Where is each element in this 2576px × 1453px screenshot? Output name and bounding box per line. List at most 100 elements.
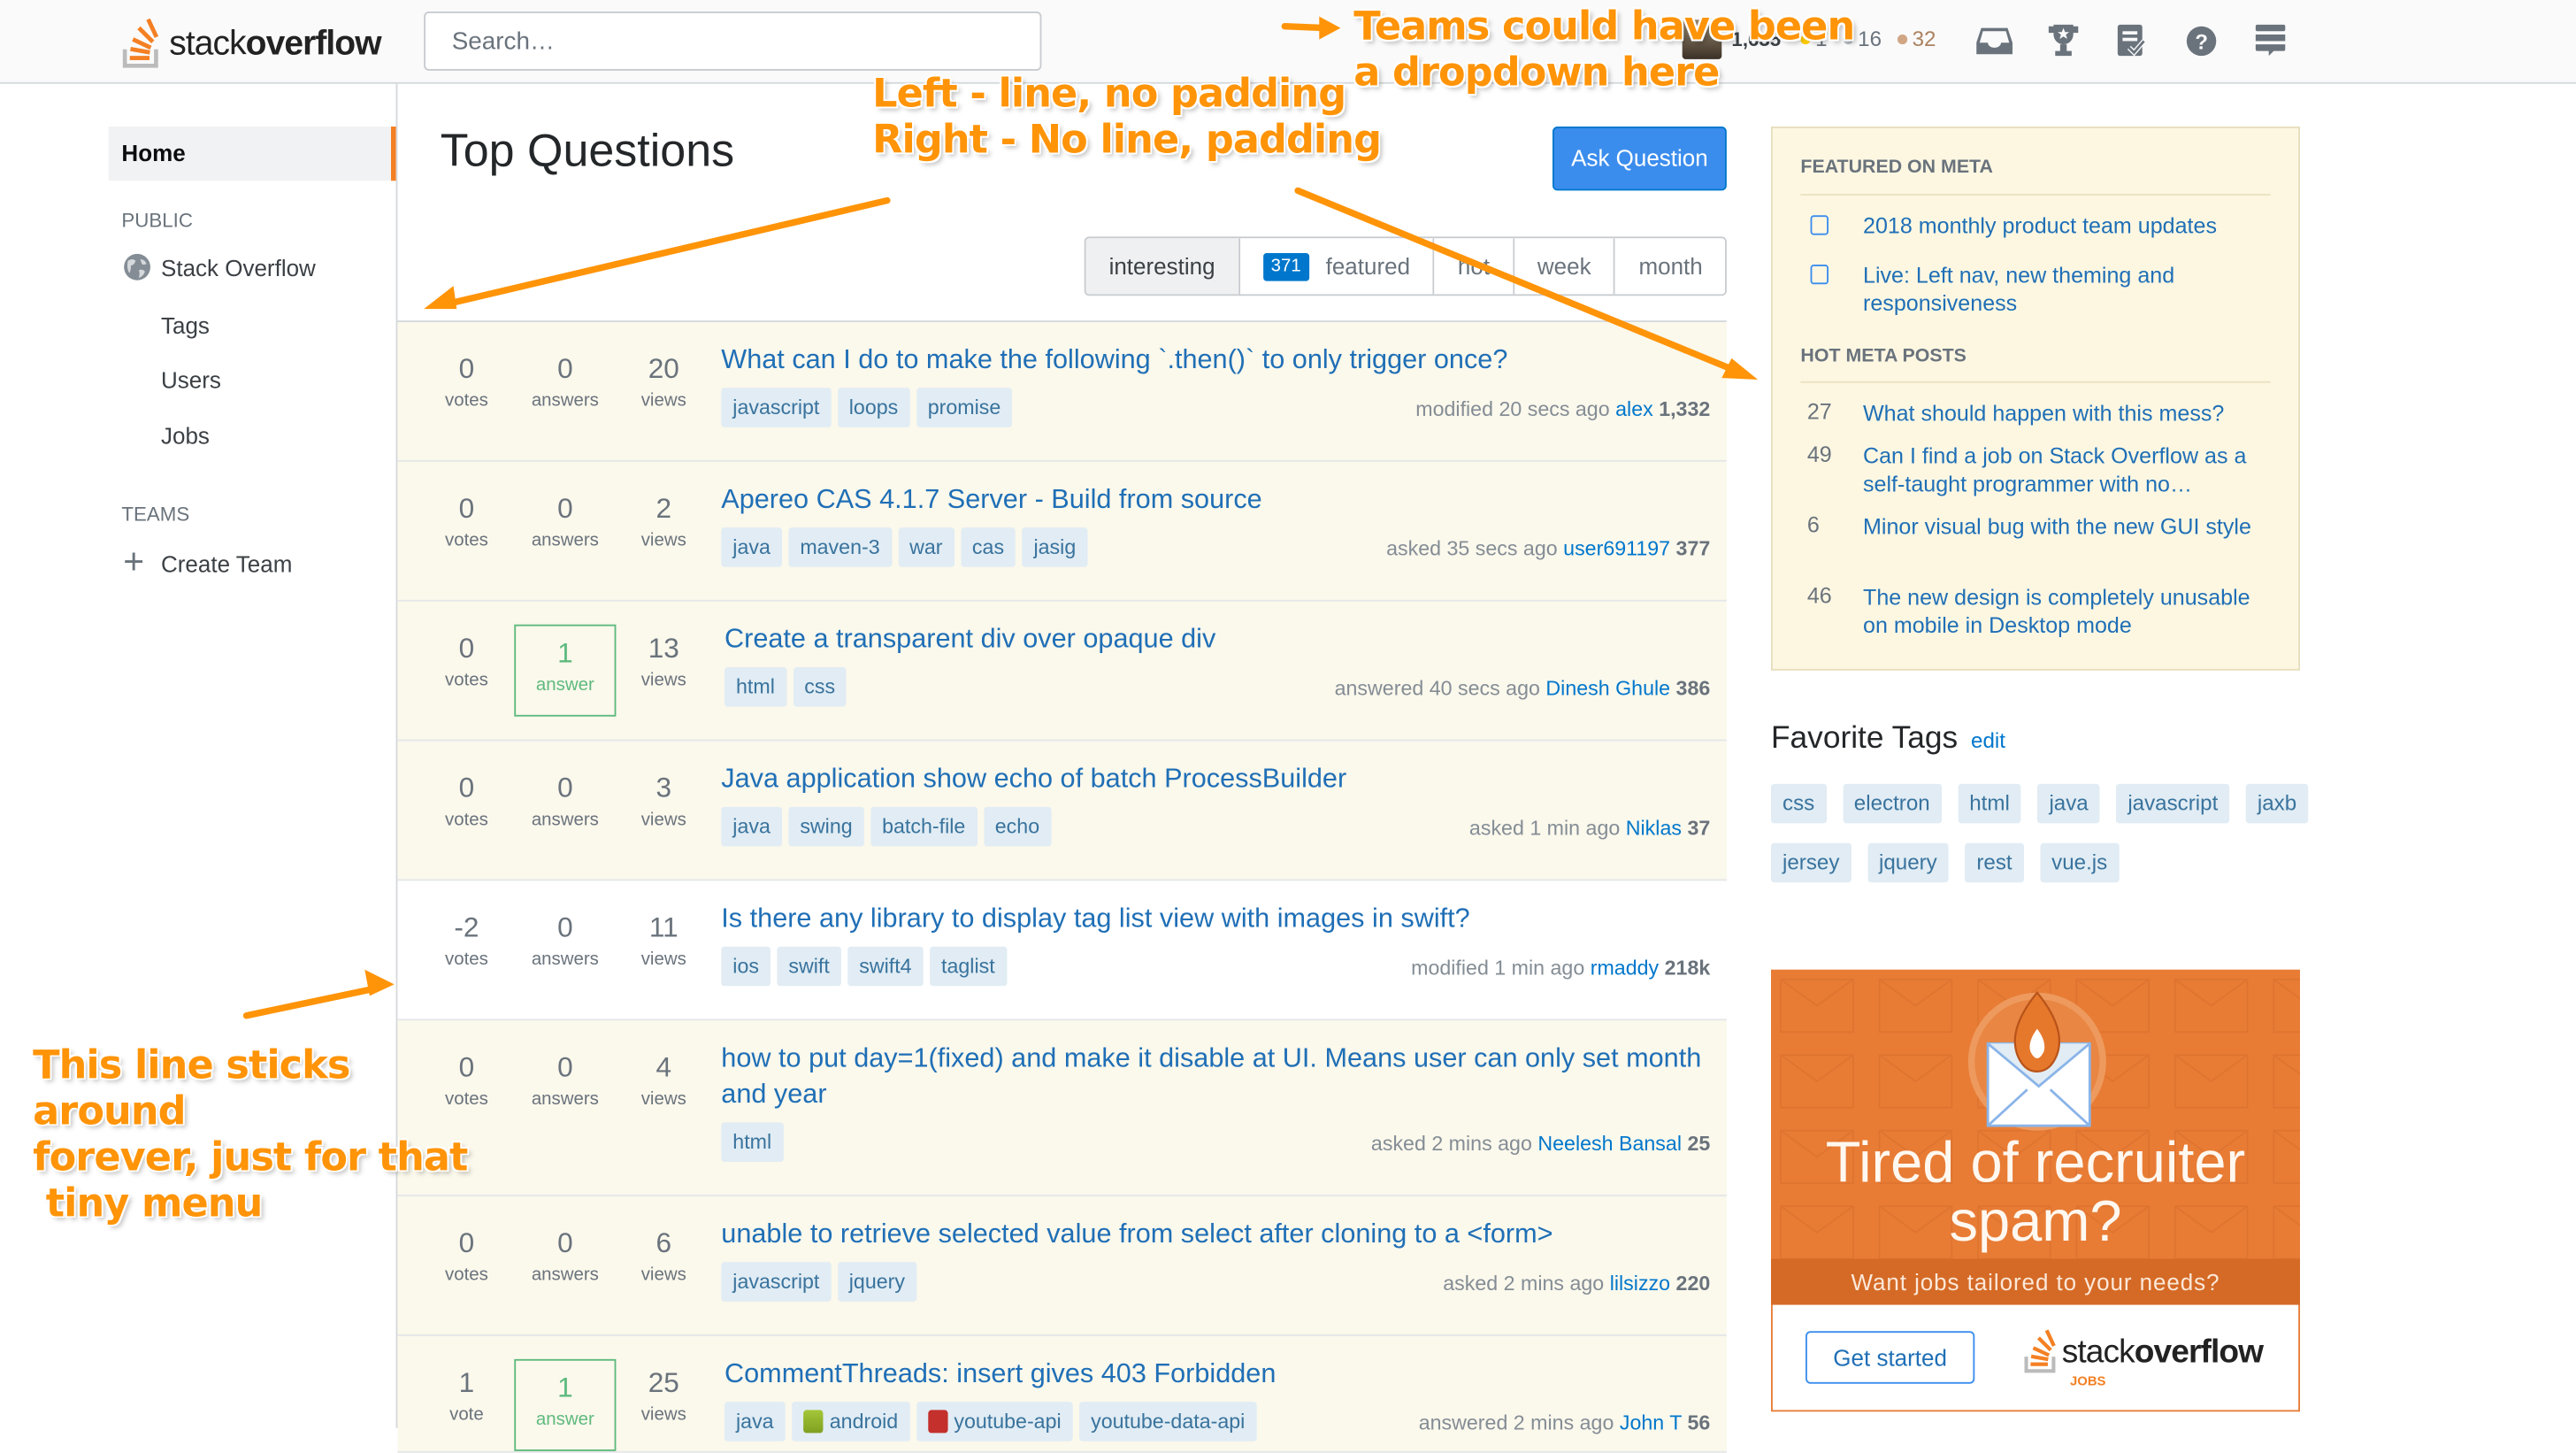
user-reputation: 377 [1675, 537, 1711, 561]
question-title-link[interactable]: Create a transparent div over opaque div [724, 621, 1710, 657]
view-count: 11 views [640, 911, 686, 970]
favorite-tag[interactable]: css [1771, 783, 1827, 824]
question-title-link[interactable]: Is there any library to display tag list… [721, 901, 1710, 937]
android-icon [803, 1410, 824, 1434]
jobs-advertisement[interactable]: Tired of recruiter spam? Want jobs tailo… [1771, 969, 2301, 1412]
featured-meta-link[interactable]: 2018 monthly product team updates [1863, 212, 2272, 241]
question-tag[interactable]: html [721, 1122, 784, 1163]
favorite-tag[interactable]: rest [1965, 842, 2024, 883]
user-link[interactable]: Dinesh Ghule [1545, 677, 1670, 700]
question-tag[interactable]: promise [916, 388, 1013, 427]
hot-meta-link[interactable]: What should happen with this mess? [1863, 399, 2272, 427]
site-logo[interactable]: stackoverflow [121, 13, 382, 69]
page: stackoverflow 1,635 1 16 32 ? [0, 0, 2576, 1453]
get-started-button[interactable]: Get started [1806, 1331, 1975, 1384]
question-tag[interactable]: youtube-data-api [1079, 1402, 1257, 1441]
tab-month[interactable]: month [1615, 238, 1726, 295]
nav-home[interactable]: Home [108, 127, 396, 181]
question-title-link[interactable]: What can I do to make the following `.th… [721, 342, 1710, 378]
question-title-link[interactable]: Java application show echo of batch Proc… [721, 761, 1710, 797]
question-tag[interactable]: jasig [1022, 527, 1088, 567]
favorite-tag[interactable]: jquery [1867, 842, 1949, 883]
question-tag[interactable]: java [721, 527, 782, 567]
ask-question-button[interactable]: Ask Question [1552, 127, 1727, 191]
question-title-link[interactable]: CommentThreads: insert gives 403 Forbidd… [724, 1356, 1710, 1392]
question-filter-tabs: interesting 371 featured hot week month [1084, 236, 1728, 296]
question-tag[interactable]: youtube-api [916, 1402, 1073, 1441]
nav-users[interactable]: Users [161, 366, 221, 393]
user-link[interactable]: Niklas [1626, 817, 1682, 840]
hot-meta-link[interactable]: The new design is completely unusable on… [1863, 583, 2272, 639]
achievements-icon[interactable] [2045, 23, 2082, 59]
question-meta: asked 35 secs ago user691197 377 [1386, 537, 1711, 561]
review-icon[interactable] [2114, 23, 2150, 59]
user-link[interactable]: Neelesh Bansal [1537, 1133, 1682, 1156]
question-tag[interactable]: war [898, 527, 954, 567]
user-reputation: 220 [1675, 1272, 1711, 1295]
user-link[interactable]: alex [1615, 397, 1653, 420]
nav-tags[interactable]: Tags [161, 312, 210, 339]
hot-meta-link[interactable]: Can I find a job on Stack Overflow as a … [1863, 442, 2272, 498]
divider [1800, 381, 2271, 383]
favorite-tag[interactable]: html [1958, 783, 2021, 824]
left-nav: Home PUBLIC Stack Overflow Tags Users Jo… [0, 83, 398, 1428]
favorite-tag[interactable]: vue.js [2040, 842, 2120, 883]
favorite-tag[interactable]: electron [1842, 783, 1942, 824]
hot-meta-link[interactable]: Minor visual bug with the new GUI style [1863, 512, 2272, 541]
tab-featured[interactable]: 371 featured [1239, 238, 1435, 295]
annotation-text-line: around [33, 1088, 186, 1134]
search-input[interactable] [424, 12, 1042, 71]
question-stats: 1 vote 1 answer 25 views [418, 1358, 713, 1451]
question-tag[interactable]: css [793, 667, 847, 707]
question-tag[interactable]: javascript [721, 1262, 832, 1302]
nav-create-team[interactable]: Create Team [161, 550, 292, 577]
question-tag[interactable]: android [792, 1402, 910, 1441]
favorite-tag[interactable]: javascript [2116, 783, 2230, 824]
user-link[interactable]: rmaddy [1591, 957, 1659, 980]
question-tag[interactable]: loops [837, 388, 910, 427]
question-tag[interactable]: taglist [930, 946, 1007, 987]
site-switcher-icon[interactable] [2252, 23, 2288, 59]
question-tag[interactable]: ios [721, 946, 770, 987]
question-tag[interactable]: cas [960, 527, 1016, 567]
question-tag[interactable]: swift [777, 946, 841, 987]
stack-overflow-logo-icon [122, 18, 159, 68]
vote-count: 0 votes [444, 1227, 488, 1286]
edit-favorite-tags-link[interactable]: edit [1971, 728, 2005, 753]
question-tag[interactable]: java [721, 806, 782, 847]
question-tag[interactable]: swing [788, 806, 864, 847]
tab-week[interactable]: week [1514, 238, 1616, 295]
user-link[interactable]: John T [1620, 1411, 1682, 1434]
annotation-text-line: Teams could have been [1353, 3, 1855, 50]
favorite-tag[interactable]: jaxb [2245, 783, 2309, 824]
answer-count: 0 answers [531, 493, 599, 551]
help-icon[interactable]: ? [2183, 23, 2220, 59]
answer-count: 1 answer [514, 1358, 617, 1451]
bronze-badge-icon [1897, 35, 1908, 45]
stack-overflow-jobs-logo: stackoverflow [2022, 1328, 2264, 1374]
tab-interesting[interactable]: interesting [1085, 238, 1240, 295]
favorite-tags-heading: Favorite Tags edit [1771, 721, 2005, 757]
nav-jobs[interactable]: Jobs [161, 422, 210, 449]
favorite-tag[interactable]: java [2037, 783, 2100, 824]
question-tag[interactable]: java [724, 1402, 786, 1441]
answer-count: 0 answers [531, 1051, 599, 1110]
question-tag[interactable]: javascript [721, 388, 832, 427]
question-title-link[interactable]: unable to retrieve selected value from s… [721, 1216, 1710, 1252]
user-link[interactable]: user691197 [1563, 537, 1670, 560]
tab-hot[interactable]: hot [1434, 238, 1514, 295]
question-title-link[interactable]: how to put day=1(fixed) and make it disa… [721, 1041, 1710, 1113]
ad-footer: Get started stackoverflow JOBS [1772, 1304, 2299, 1411]
nav-stack-overflow[interactable]: Stack Overflow [161, 255, 316, 281]
question-tag[interactable]: batch-file [870, 806, 978, 847]
question-tag[interactable]: swift4 [847, 946, 924, 987]
user-link[interactable]: lilsizzo [1610, 1272, 1670, 1295]
favorite-tag[interactable]: jersey [1771, 842, 1852, 883]
inbox-icon[interactable] [1976, 23, 2013, 59]
question-title-link[interactable]: Apereo CAS 4.1.7 Server - Build from sou… [721, 481, 1710, 518]
question-tag[interactable]: maven-3 [788, 527, 892, 567]
question-tag[interactable]: jquery [837, 1262, 916, 1302]
question-tag[interactable]: html [724, 667, 786, 707]
question-tag[interactable]: echo [983, 806, 1052, 847]
featured-meta-link[interactable]: Live: Left nav, new theming and responsi… [1863, 261, 2272, 317]
